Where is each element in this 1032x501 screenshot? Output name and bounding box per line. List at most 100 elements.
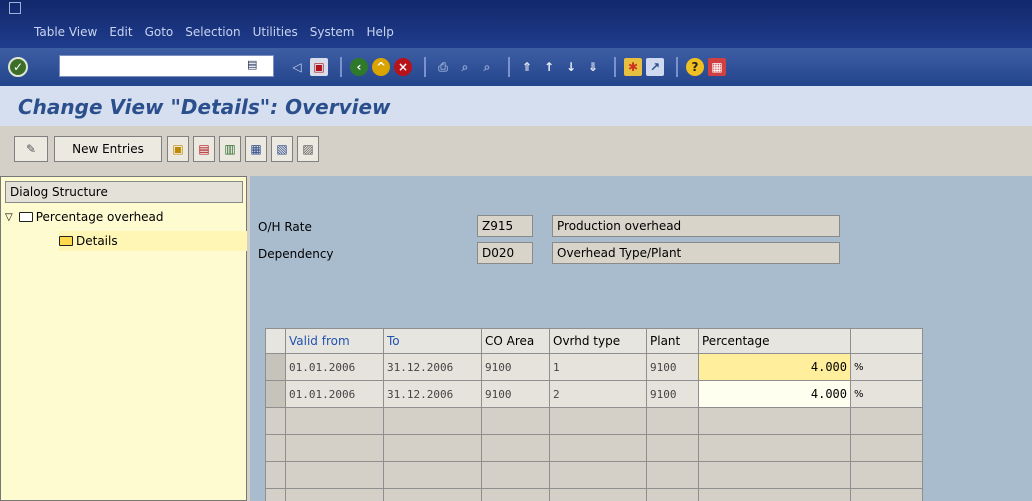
table-row-empty [265, 434, 923, 462]
select-block-icon[interactable]: ▧ [271, 136, 293, 162]
row-selector[interactable] [265, 353, 286, 381]
back-green-icon[interactable]: ‹ [350, 58, 368, 76]
command-history-icon[interactable]: ▤ [247, 58, 261, 74]
empty-cell[interactable] [549, 407, 647, 435]
menu-help[interactable]: Help [367, 25, 394, 39]
exit-icon[interactable]: ^ [372, 58, 390, 76]
dialog-structure-header: Dialog Structure [5, 181, 243, 203]
tree-item-details[interactable]: Details [59, 231, 247, 251]
empty-cell[interactable] [383, 434, 482, 462]
menu-goto[interactable]: Goto [145, 25, 174, 39]
system-menu-icon[interactable] [9, 2, 21, 14]
empty-cell[interactable] [285, 434, 384, 462]
empty-cell[interactable] [549, 434, 647, 462]
cell-unit: % [850, 380, 923, 408]
help-icon[interactable]: ? [686, 58, 704, 76]
empty-cell[interactable] [481, 407, 550, 435]
row-selector[interactable] [265, 407, 286, 435]
menu-edit[interactable]: Edit [109, 25, 132, 39]
empty-cell[interactable] [646, 488, 699, 501]
menu-system[interactable]: System [310, 25, 355, 39]
menu-table-view[interactable]: Table View [34, 25, 97, 39]
create-session-icon[interactable]: ✱ [624, 58, 642, 76]
column-header-co-area[interactable]: CO Area [481, 328, 550, 354]
row-selector[interactable] [265, 461, 286, 489]
oh-rate-field: Z915 [477, 215, 533, 237]
column-header-valid-from[interactable]: Valid from [285, 328, 384, 354]
empty-cell[interactable] [646, 407, 699, 435]
column-header-ovrhd-type[interactable]: Ovrhd type [549, 328, 647, 354]
table-row-empty [265, 461, 923, 489]
percentage-input[interactable]: 4.000 [698, 353, 851, 381]
layout-icon[interactable]: ▦ [708, 58, 726, 76]
empty-cell[interactable] [285, 407, 384, 435]
menu-utilities[interactable]: Utilities [253, 25, 298, 39]
column-header-to[interactable]: To [383, 328, 482, 354]
prev-page-icon[interactable]: ↑ [540, 58, 558, 76]
empty-cell[interactable] [646, 461, 699, 489]
select-all-icon[interactable]: ▦ [245, 136, 267, 162]
empty-cell[interactable] [646, 434, 699, 462]
empty-cell[interactable] [698, 407, 851, 435]
dependency-description: Overhead Type/Plant [552, 242, 840, 264]
empty-cell[interactable] [285, 488, 384, 501]
empty-cell[interactable] [549, 461, 647, 489]
empty-cell[interactable] [285, 461, 384, 489]
application-toolbar: ✎ New Entries ▣ ▤ ▥ ▦ ▧ ▨ [0, 126, 1032, 172]
cell-plant: 9100 [646, 380, 699, 408]
cell-valid-from: 01.01.2006 [285, 353, 384, 381]
empty-cell [850, 407, 923, 435]
undo-change-icon[interactable]: ▥ [219, 136, 241, 162]
cell-co-area: 9100 [481, 353, 550, 381]
folder-icon [18, 212, 33, 222]
separator [614, 57, 616, 77]
tree-item-percentage-overhead[interactable]: ▽ Percentage overhead [5, 207, 164, 227]
row-selector[interactable] [265, 488, 286, 501]
find-icon[interactable]: ⌕ [456, 58, 474, 76]
empty-cell[interactable] [481, 488, 550, 501]
cancel-icon[interactable]: × [394, 58, 412, 76]
find-next-icon[interactable]: ⌕ [478, 58, 496, 76]
oh-rate-label: O/H Rate [258, 220, 312, 234]
shortcut-icon[interactable]: ↗ [646, 58, 664, 76]
next-page-icon[interactable]: ↓ [562, 58, 580, 76]
new-entries-label: New Entries [72, 142, 144, 156]
empty-cell[interactable] [481, 461, 550, 489]
first-page-icon[interactable]: ⇑ [518, 58, 536, 76]
column-header-percentage[interactable]: Percentage [698, 328, 851, 354]
new-entries-button[interactable]: New Entries [54, 136, 162, 162]
empty-cell[interactable] [698, 434, 851, 462]
empty-cell[interactable] [698, 488, 851, 501]
select-all-cell[interactable] [265, 328, 286, 354]
table-row-empty [265, 407, 923, 435]
last-page-icon[interactable]: ⇓ [584, 58, 602, 76]
column-header-plant[interactable]: Plant [646, 328, 699, 354]
ok-icon[interactable]: ✓ [8, 57, 28, 77]
percentage-input[interactable]: 4.000 [698, 380, 851, 408]
title-bar: Change View "Details": Overview [0, 86, 1032, 126]
empty-cell[interactable] [383, 488, 482, 501]
empty-cell[interactable] [481, 434, 550, 462]
save-icon[interactable]: ▣ [310, 58, 328, 76]
table-row-empty [265, 488, 923, 501]
empty-cell[interactable] [698, 461, 851, 489]
expand-triangle-icon[interactable]: ▽ [5, 212, 13, 223]
row-selector[interactable] [265, 434, 286, 462]
delete-icon[interactable]: ▤ [193, 136, 215, 162]
table-header-row: Valid from To CO Area Ovrhd type Plant P… [265, 328, 923, 354]
print-icon[interactable]: ⎙ [434, 58, 452, 76]
deselect-all-icon[interactable]: ▨ [297, 136, 319, 162]
empty-cell [850, 434, 923, 462]
cell-ovrhd-type: 1 [549, 353, 647, 381]
row-selector[interactable] [265, 380, 286, 408]
empty-cell[interactable] [383, 407, 482, 435]
back-icon[interactable]: ◁ [288, 58, 306, 76]
cell-unit: % [850, 353, 923, 381]
empty-cell [850, 488, 923, 501]
menu-selection[interactable]: Selection [185, 25, 240, 39]
empty-cell[interactable] [549, 488, 647, 501]
copy-as-icon[interactable]: ▣ [167, 136, 189, 162]
empty-cell[interactable] [383, 461, 482, 489]
display-change-icon[interactable]: ✎ [14, 136, 48, 162]
command-field[interactable] [59, 55, 274, 77]
